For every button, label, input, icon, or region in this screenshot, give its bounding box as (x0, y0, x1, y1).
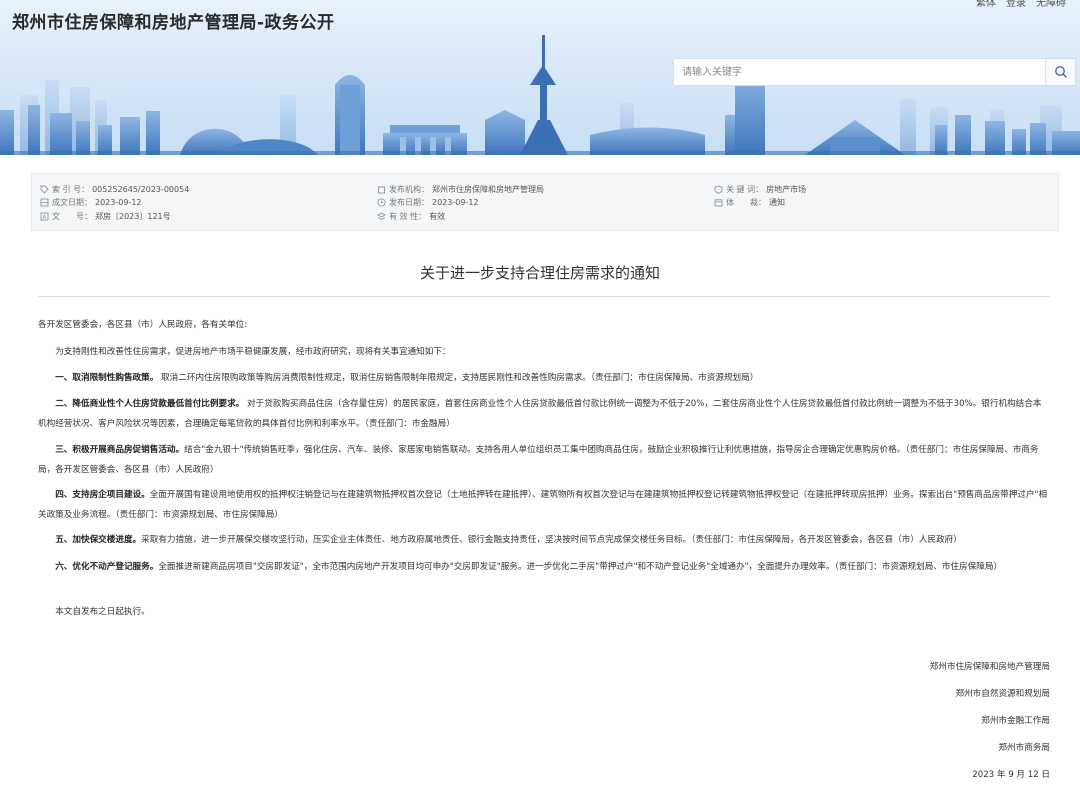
top-link-accessibility[interactable]: 无障碍 (1036, 0, 1066, 9)
site-title: 郑州市住房保障和房地产管理局-政务公开 (12, 13, 335, 33)
grid-icon (40, 198, 49, 207)
document-info-panel: 索 引 号： 005252645/2023-00054 成文日期： 2023-0… (31, 173, 1059, 231)
info-validity: 有 效 性： 有效 (377, 211, 445, 222)
clause-4: 四、支持房企项目建设。全面开展国有建设用地使用权的抵押权注销登记与在建建筑物抵押… (38, 490, 1048, 520)
clause-5: 五、加快保交楼进度。采取有力措施，进一步开展保交楼攻坚行动，压实企业主体责任、地… (55, 535, 962, 545)
city-skyline-illustration (0, 35, 1080, 155)
signature-commerce-bureau: 郑州市商务局 (998, 743, 1050, 753)
clause-2: 二、降低商业性个人住房贷款最低首付比例要求。 对于贷款购买商品住房（含存量住房）… (38, 399, 1042, 429)
search-box (673, 58, 1076, 86)
top-link-login[interactable]: 登录 (1006, 0, 1026, 9)
layers-icon (377, 212, 386, 221)
top-links: 繁体 登录 无障碍 (976, 0, 1066, 9)
clause-3: 三、积极开展商品房促销售活动。结合"金九银十"传统销售旺季，强化住房、汽车、装修… (38, 445, 1039, 475)
info-keywords: 关 键 词： 房地产市场 (714, 184, 806, 195)
info-created-date: 成文日期： 2023-09-12 (40, 197, 142, 208)
clause-1: 一、取消限制性购售政策。 取消二环内住房限购政策等购房消费限制性规定，取消住房销… (55, 373, 759, 383)
title-divider (38, 296, 1050, 297)
clock-icon (377, 198, 386, 207)
info-document-number: A 文 号： 郑房〔2023〕121号 (40, 211, 171, 222)
signature-finance-bureau: 郑州市金融工作局 (981, 716, 1050, 726)
info-index: 索 引 号： 005252645/2023-00054 (40, 184, 189, 195)
search-button[interactable] (1045, 59, 1075, 85)
info-genre: 体 裁： 通知 (714, 197, 785, 208)
document-title: 关于进一步支持合理住房需求的通知 (419, 264, 660, 282)
intro-paragraph: 为支持刚性和改善性住房需求，促进房地产市场平稳健康发展，经市政府研究，现将有关事… (55, 347, 451, 357)
header-banner: 郑州市住房保障和房地产管理局-政务公开 繁体 登录 无障碍 (0, 0, 1080, 155)
closing-statement: 本文自发布之日起执行。 (55, 607, 150, 617)
signature-housing-bureau: 郑州市住房保障和房地产管理局 (929, 662, 1050, 672)
calendar-icon (714, 199, 723, 207)
info-publisher: 发布机构： 郑州市住房保障和房地产管理局 (377, 184, 544, 195)
clause-6: 六、优化不动产登记服务。全面推进新建商品房项目"交房即发证"，全市范围内房地产开… (55, 562, 1003, 572)
info-publish-date: 发布日期： 2023-09-12 (377, 197, 479, 208)
tag-icon (40, 185, 49, 194)
search-input[interactable] (674, 59, 1045, 85)
shield-icon (714, 185, 723, 194)
salutation: 各开发区管委会，各区县（市）人民政府，各有关单位: (38, 320, 248, 330)
search-icon (1054, 66, 1067, 79)
top-link-traditional[interactable]: 繁体 (976, 0, 996, 9)
document-date: 2023 年 9 月 12 日 (972, 770, 1050, 780)
signature-resources-bureau: 郑州市自然资源和规划局 (955, 689, 1050, 699)
doc-icon: A (40, 212, 49, 221)
building-icon (378, 186, 385, 194)
